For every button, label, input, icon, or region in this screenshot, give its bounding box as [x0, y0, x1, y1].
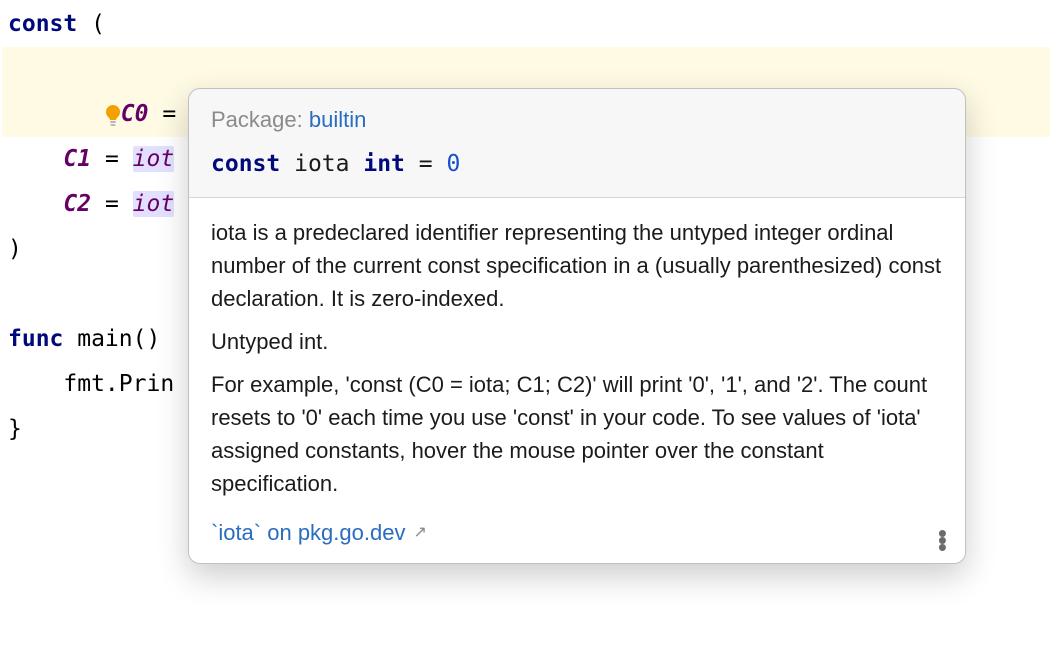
indent: [8, 146, 63, 172]
paren-close: ): [8, 236, 22, 262]
sig-eq: =: [405, 151, 447, 177]
keyword-func: func: [8, 326, 63, 352]
indent: [8, 191, 63, 217]
external-doc-link[interactable]: `iota` on pkg.go.dev ↗: [211, 510, 943, 549]
external-link-icon: ↗: [413, 516, 426, 549]
iota-identifier: iot: [133, 146, 175, 172]
package-name-link[interactable]: builtin: [309, 107, 366, 132]
sig-const-kw: const: [211, 151, 294, 177]
doc-paragraph: Untyped int.: [211, 325, 943, 358]
equals: =: [91, 146, 133, 172]
func-signature: main(): [63, 326, 174, 352]
call-expr: fmt.Prin: [63, 371, 174, 397]
popup-header: Package: builtin const iota int = 0: [189, 89, 965, 198]
popup-body: iota is a predeclared identifier represe…: [189, 198, 965, 563]
const-name: C2: [63, 191, 91, 217]
keyword-const: const: [8, 11, 77, 37]
equals: =: [91, 191, 133, 217]
doc-paragraph: For example, 'const (C0 = iota; C1; C2)'…: [211, 368, 943, 500]
iota-identifier: iot: [133, 191, 175, 217]
const-name: C1: [63, 146, 91, 172]
brace-close: }: [8, 416, 22, 442]
signature: const iota int = 0: [211, 148, 943, 181]
more-actions-icon[interactable]: •••: [938, 528, 947, 549]
intention-bulb-icon[interactable]: [18, 53, 42, 77]
sig-name: iota: [294, 151, 363, 177]
paren-open: (: [77, 11, 105, 37]
sig-value: 0: [446, 151, 460, 177]
quick-doc-popup: Package: builtin const iota int = 0 iota…: [188, 88, 966, 564]
indent: [8, 371, 63, 397]
equals: =: [148, 101, 190, 127]
doc-paragraph: iota is a predeclared identifier represe…: [211, 216, 943, 315]
code-line[interactable]: const (: [0, 2, 1052, 47]
package-line: Package: builtin: [211, 103, 943, 136]
sig-type: int: [363, 151, 405, 177]
package-label: Package:: [211, 107, 309, 132]
link-text: `iota` on pkg.go.dev: [211, 516, 405, 549]
